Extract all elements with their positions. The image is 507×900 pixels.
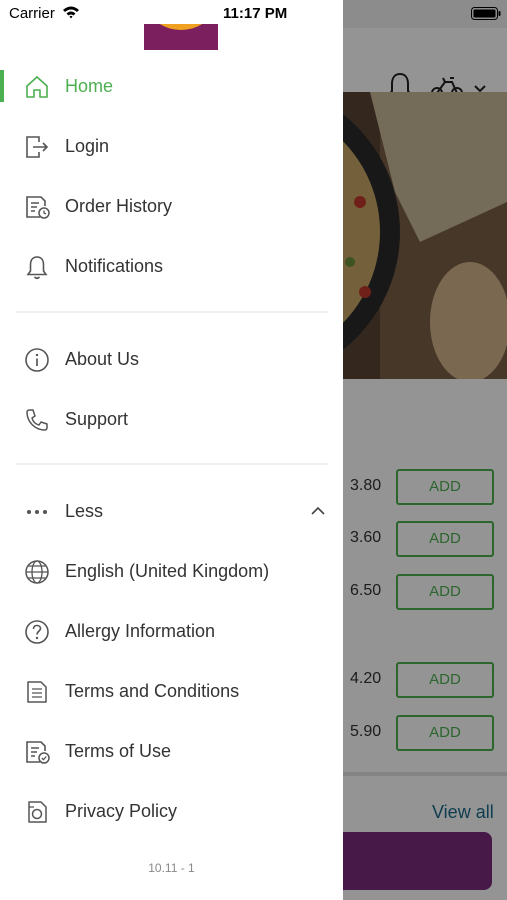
question-icon (25, 620, 49, 644)
menu-item-label: Order History (65, 196, 173, 216)
menu-item-about-us[interactable]: About Us (0, 333, 343, 385)
menu-item-language[interactable]: English (United Kingdom) (0, 545, 343, 597)
more-dots-icon (27, 510, 47, 514)
menu-item-label: Login (65, 136, 110, 156)
menu-item-label: Terms of Use (65, 741, 172, 761)
menu-item-order-history[interactable]: Order History (0, 180, 343, 232)
document-check-icon (26, 741, 50, 764)
menu-item-support[interactable]: Support (0, 393, 343, 445)
menu-item-label: Allergy Information (65, 621, 216, 641)
menu-item-allergy-information[interactable]: Allergy Information (0, 605, 343, 657)
globe-icon (25, 560, 49, 584)
menu-item-label: Support (65, 409, 129, 429)
bell-icon (26, 256, 48, 280)
login-icon (26, 136, 49, 158)
chevron-up-icon (311, 506, 325, 515)
menu-item-label: Terms and Conditions (65, 681, 240, 701)
info-icon (25, 348, 49, 372)
home-icon (26, 76, 48, 98)
menu-item-label: About Us (65, 349, 140, 369)
divider (16, 463, 328, 465)
side-drawer: Home Login Order History Notifications A… (0, 0, 343, 900)
menu-item-label: Privacy Policy (65, 801, 178, 821)
battery-icon (471, 7, 501, 20)
menu-item-terms-and-conditions[interactable]: Terms and Conditions (0, 665, 343, 717)
shield-doc-icon (28, 801, 47, 823)
menu-item-label: Home (65, 76, 114, 96)
carrier-label: Carrier (9, 5, 55, 22)
menu-item-label: Less (65, 501, 104, 521)
menu-item-home[interactable]: Home (0, 60, 343, 112)
phone-icon (26, 409, 48, 431)
menu-item-privacy-policy[interactable]: Privacy Policy (0, 785, 343, 837)
app-version: 10.11 - 1 (148, 861, 195, 875)
menu-item-notifications[interactable]: Notifications (0, 240, 343, 292)
wifi-icon (63, 6, 79, 19)
document-icon (27, 681, 47, 703)
status-bar: Carrier 11:17 PM (0, 0, 507, 28)
menu-item-login[interactable]: Login (0, 120, 343, 172)
menu-item-label: English (United Kingdom) (65, 561, 270, 581)
status-time: 11:17 PM (223, 5, 288, 22)
order-history-icon (26, 196, 50, 219)
menu-item-terms-of-use[interactable]: Terms of Use (0, 725, 343, 777)
menu-item-less-toggle[interactable]: Less (0, 485, 343, 537)
divider (16, 311, 328, 313)
menu-item-label: Notifications (65, 256, 164, 276)
